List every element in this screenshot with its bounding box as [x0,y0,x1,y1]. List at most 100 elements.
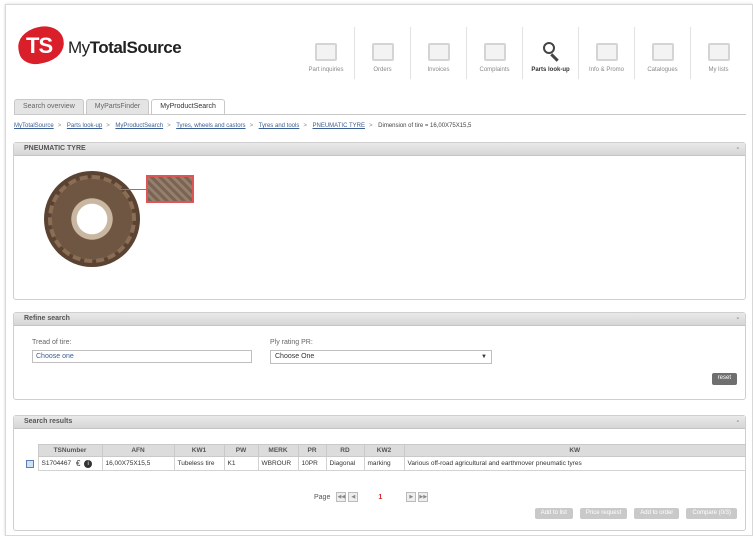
column-header-rd[interactable]: RD [325,444,365,457]
nav-parts-look-up[interactable]: Parts look-up [522,27,578,79]
mytotalsource-logo[interactable]: TS MyTotalSource [14,22,182,68]
logo-word-source: Source [126,38,182,57]
search-icon [541,41,561,63]
breadcrumb-link[interactable]: Parts look-up [67,123,102,129]
tab-bar: Search overview MyPartsFinder MyProductS… [14,99,227,115]
nav-label: Part inquiries [308,67,344,73]
collapse-button[interactable]: - [737,145,739,152]
thumbs-down-icon [483,43,506,61]
nav-label: Catalogues [647,67,678,73]
top-navigation: Part inquiries Orders Invoices Complaint… [298,27,746,79]
column-header-pr[interactable]: PR [297,444,327,457]
reset-button[interactable]: reset [711,373,737,385]
row-select-cell [26,457,38,471]
list-icon [707,43,730,61]
panel-title: Search results [24,418,73,425]
breadcrumb-separator: > [303,123,307,129]
book-icon [651,43,674,61]
panel-search-results: Search results - TSNumber AFN KW1 PW MER… [13,415,746,531]
cell-afn: 16,00X75X15,5 [101,456,175,471]
logo-word-my: My [68,38,90,57]
nav-label: Parts look-up [531,67,570,73]
current-page-number: 1 [378,493,383,501]
breadcrumb-link[interactable]: Tyres, wheels and castors [176,123,245,129]
breadcrumb-link[interactable]: MyProductSearch [115,123,163,129]
breadcrumb-current: Dimension of tire = 16,00X75X15,5 [378,123,472,129]
column-header-pw[interactable]: PW [223,444,259,457]
tab-myproductsearch[interactable]: MyProductSearch [151,99,225,115]
compare-button[interactable]: Compare (0/3) [686,508,737,519]
panel-product-image: PNEUMATIC TYRE - [13,142,746,300]
cell-kw1: Tubeless tire [173,456,225,471]
zoom-connector [120,189,148,190]
breadcrumb-link[interactable]: Tyres and tools [259,123,300,129]
panel-header: PNEUMATIC TYRE - [14,143,745,156]
nav-info-promo[interactable]: Info & Promo [578,27,634,79]
table-row[interactable]: S1704467 € i 16,00X75X15,5 Tubeless tire… [26,456,746,471]
add-to-list-button[interactable]: Add to list [534,508,573,519]
panel-refine-search: Refine search - Tread of tire: Choose on… [13,312,746,400]
nav-label: Info & Promo [588,67,624,73]
info-icon[interactable]: i [84,459,93,468]
price-icon[interactable]: € [76,459,80,468]
tyre-detail-zoom[interactable] [146,175,194,203]
chart-icon [595,43,618,61]
header: TS MyTotalSource Part inquiries Orders I… [6,5,752,95]
tab-search-overview[interactable]: Search overview [14,99,84,114]
breadcrumb-link[interactable]: PNEUMATIC TYRE [313,123,365,129]
column-header-merk[interactable]: MERK [257,444,299,457]
ply-rating-select[interactable]: Choose One ▼ [270,350,492,364]
first-page-button[interactable]: ◀◀ [336,492,347,502]
table-header-row: TSNumber AFN KW1 PW MERK PR RD KW2 KW [26,444,746,457]
panel-header: Search results - [14,416,745,429]
cell-tsnumber: S1704467 € i [37,456,103,471]
breadcrumb-separator: > [57,123,62,129]
breadcrumb-separator: > [368,123,373,129]
row-checkbox[interactable] [26,459,34,468]
next-page-button[interactable]: ▶ [406,492,417,502]
prev-page-button[interactable]: ◀ [348,492,359,502]
add-to-order-button[interactable]: Add to order [634,508,680,519]
collapse-button[interactable]: - [737,315,739,322]
column-header-afn[interactable]: AFN [101,444,175,457]
results-actions: Add to list Price request Add to order C… [528,508,737,519]
logo-mark-text: TS [26,33,53,58]
dropdown-arrow-icon: ▼ [481,354,487,360]
tyre-image[interactable] [44,171,140,267]
cell-kw2: marking [363,456,405,471]
breadcrumb-separator: > [249,123,254,129]
envelope-icon [315,43,337,61]
nav-orders[interactable]: Orders [354,27,410,79]
tread-label: Tread of tire: [32,339,72,346]
column-header-kw1[interactable]: KW1 [173,444,225,457]
nav-label: Invoices [427,67,450,73]
nav-label: Complaints [479,67,510,73]
nav-my-lists[interactable]: My lists [690,27,746,79]
logo-wordmark: MyTotalSource [68,38,182,58]
ts-logo-mark: TS [14,22,68,68]
column-header-tsnumber[interactable]: TSNumber [37,444,103,457]
cell-pr: 10PR [297,456,327,471]
nav-invoices[interactable]: Invoices [410,27,466,79]
pagination: Page ◀◀ ◀ 1 ▶ ▶▶ [314,492,429,502]
tread-field[interactable]: Choose one [32,350,252,363]
column-header-kw2[interactable]: KW2 [363,444,405,457]
tab-divider [14,114,746,115]
breadcrumb-link[interactable]: MyTotalSource [14,123,54,129]
price-request-button[interactable]: Price request [579,508,628,519]
logo-word-total: Total [89,38,127,57]
cell-kw: Various off-road agricultural and earthm… [403,456,746,471]
last-page-button[interactable]: ▶▶ [418,492,429,502]
nav-complaints[interactable]: Complaints [466,27,522,79]
tab-mypartsfinder[interactable]: MyPartsFinder [85,99,150,114]
ply-rating-value: Choose One [275,353,315,360]
panel-title: PNEUMATIC TYRE [24,145,86,152]
panel-header: Refine search - [14,313,745,326]
cell-pw: K1 [223,456,259,471]
nav-part-inquiries[interactable]: Part inquiries [298,27,354,79]
nav-label: My lists [708,67,729,73]
breadcrumb-separator: > [167,123,171,129]
nav-catalogues[interactable]: Catalogues [634,27,690,79]
collapse-button[interactable]: - [737,418,739,425]
column-header-kw[interactable]: KW [403,444,746,457]
